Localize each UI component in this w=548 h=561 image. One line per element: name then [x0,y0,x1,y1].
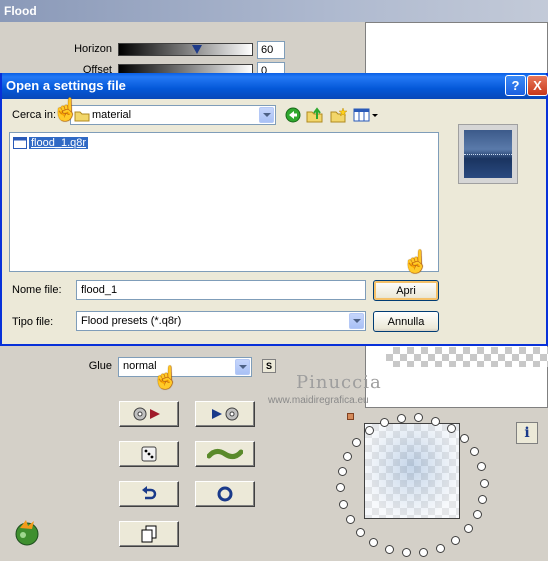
file-list[interactable]: flood_1.q8r [9,132,439,272]
hand-pointer-icon: ☝ [52,97,80,122]
watermark-url: www.maidiregrafica.eu [268,395,369,406]
settings-thumbnail [458,124,518,184]
position-dot[interactable] [343,451,353,461]
plugin-logo [12,518,42,549]
copy-button[interactable] [119,521,179,547]
position-dot[interactable] [431,416,441,426]
hand-pointer-icon: ☝ [152,365,180,390]
wave-button[interactable] [195,441,255,467]
glue-label: Glue [88,360,112,372]
view-menu-icon[interactable] [353,105,379,125]
filename-label: Nome file: [12,284,62,296]
position-dot[interactable] [401,548,411,557]
glue-small-button[interactable]: S [262,359,276,373]
position-handle[interactable] [347,413,354,420]
chevron-down-icon[interactable] [259,107,274,123]
chevron-down-icon[interactable] [349,313,364,329]
random-button[interactable] [119,441,179,467]
info-button[interactable]: i [516,422,538,444]
position-dot[interactable] [460,434,470,444]
undo-icon [142,486,157,500]
dice-icon [141,446,157,462]
position-dot[interactable] [337,467,347,477]
horizon-slider-thumb[interactable] [192,45,202,54]
position-dot[interactable] [414,413,424,423]
look-in-select[interactable]: material [70,105,276,125]
position-dot[interactable] [384,545,394,555]
copy-icon [141,525,157,543]
filetype-value: Flood presets (*.q8r) [81,315,182,327]
back-icon[interactable] [283,105,303,125]
position-dot[interactable] [419,548,429,557]
up-folder-icon[interactable] [305,105,325,125]
file-list-item[interactable]: flood_1.q8r [13,137,89,149]
position-dot[interactable] [479,478,489,488]
filetype-select[interactable]: Flood presets (*.q8r) [76,311,366,331]
glue-select[interactable]: normal [118,357,252,377]
position-dot[interactable] [435,543,445,553]
position-dot[interactable] [338,499,348,509]
position-dot[interactable] [352,437,362,447]
look-in-value: material [92,109,132,121]
position-dot[interactable] [451,535,461,545]
cancel-button[interactable]: Annulla [373,311,439,332]
horizon-slider[interactable] [118,43,253,56]
position-dot[interactable] [477,462,487,472]
dialog-title: Open a settings file [2,73,546,99]
position-dot[interactable] [470,447,480,457]
save-settings-button[interactable] [195,401,255,427]
horizon-value-field[interactable]: 60 [257,41,285,59]
play-disc-icon [212,407,239,421]
preview-bottom [365,342,548,408]
close-button[interactable]: X [527,75,548,96]
flood-window-title: Flood [0,0,548,22]
position-dot[interactable] [446,423,456,433]
undo-button[interactable] [119,481,179,507]
file-name: flood_1.q8r [29,137,89,149]
filename-input[interactable]: flood_1 [76,280,366,300]
open-button[interactable]: Apri [373,280,439,301]
position-dot[interactable] [355,527,365,537]
position-dot[interactable] [369,538,379,548]
filetype-label: Tipo file: [12,316,54,328]
wave-icon [207,448,243,460]
horizon-label: Horizon [74,43,112,55]
file-icon [13,137,27,149]
position-dot[interactable] [472,510,482,520]
load-settings-button[interactable] [119,401,179,427]
flood-preview [364,423,460,519]
look-in-label: Cerca in: [12,109,57,121]
new-folder-icon[interactable] [329,105,349,125]
position-dot[interactable] [463,524,473,534]
open-settings-dialog: Open a settings file ? X Cerca in: mater… [0,73,548,346]
watermark-title: Pinuccia [296,372,382,393]
reset-button[interactable] [195,481,255,507]
chevron-down-icon[interactable] [235,359,250,375]
position-dot[interactable] [345,514,355,524]
position-dot[interactable] [478,494,488,504]
position-dot[interactable] [336,483,346,493]
hand-pointer-icon: ☝ [402,249,430,274]
position-dot[interactable] [396,413,406,423]
disc-play-icon [133,407,160,421]
help-button[interactable]: ? [505,75,526,96]
ring-icon [217,486,233,502]
